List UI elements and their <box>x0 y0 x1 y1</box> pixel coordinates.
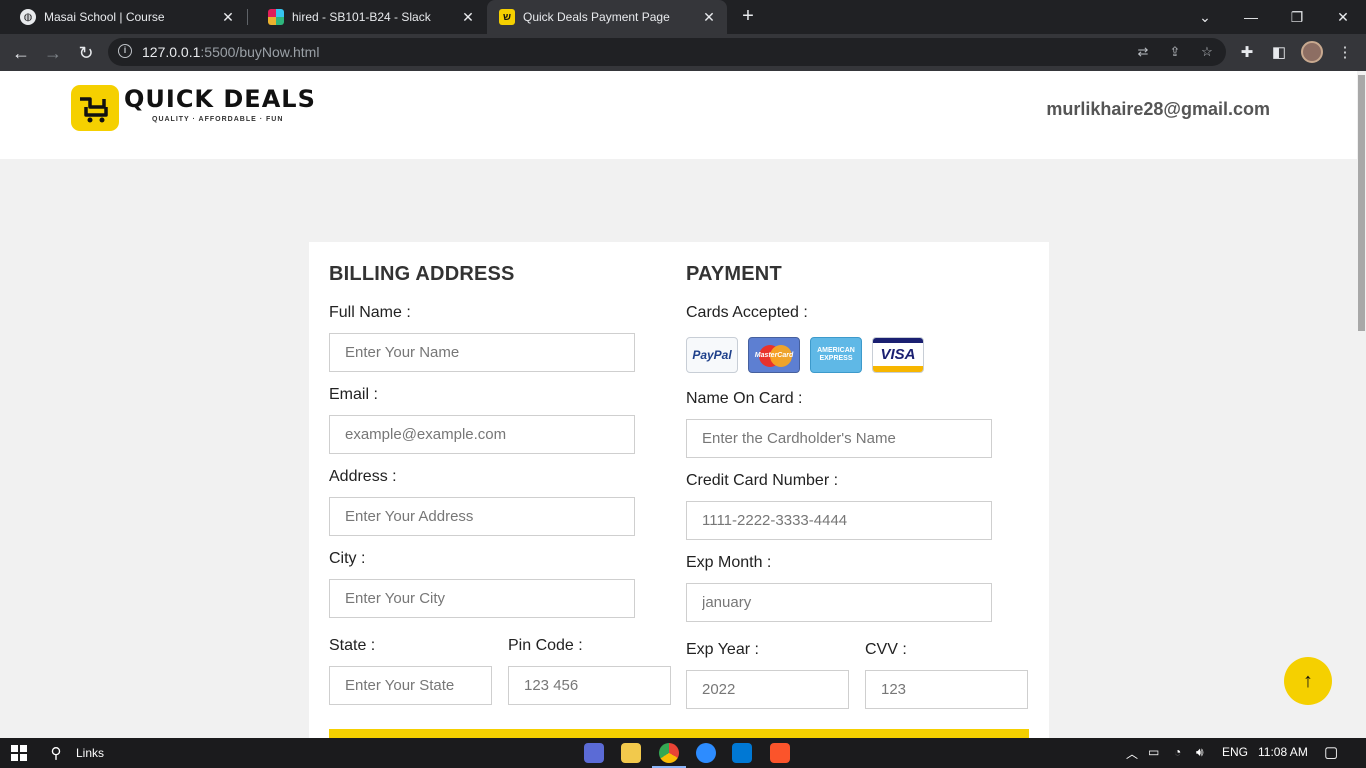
url-text[interactable]: 127.0.0.1:5500/buyNow.html <box>142 44 319 60</box>
checkout-form: BILLING ADDRESS Full Name : Email : Addr… <box>309 242 1049 738</box>
wifi-icon[interactable]: ◔ <box>1174 745 1181 759</box>
mastercard-icon: MasterCard <box>748 337 800 373</box>
profile-avatar[interactable] <box>1301 41 1323 63</box>
city-label: City : <box>329 550 366 567</box>
visa-wordmark: VISA <box>880 346 916 363</box>
windows-start-icon[interactable] <box>10 743 28 763</box>
address-label: Address : <box>329 468 397 485</box>
windows-taskbar: ⚲ Links ︿ ▭ ◔ 🔊︎ ENG 11:08 AM ▢ <box>0 738 1366 768</box>
card-number-input[interactable] <box>686 501 992 540</box>
card-number-label: Credit Card Number : <box>686 472 839 489</box>
taskbar-search-label[interactable]: Links <box>76 743 104 763</box>
vscode-app-icon[interactable] <box>732 743 752 763</box>
brave-app-icon[interactable] <box>770 743 790 763</box>
language-indicator[interactable]: ENG <box>1222 745 1248 759</box>
clock[interactable]: 11:08 AM <box>1258 745 1308 759</box>
globe-icon: ◍ <box>20 9 36 25</box>
visa-icon: VISA <box>872 337 924 373</box>
close-window-button[interactable]: ✕ <box>1320 0 1366 34</box>
slack-icon <box>268 9 284 25</box>
arrow-up-icon: ↑ <box>1303 669 1313 692</box>
bookmark-star-icon[interactable]: ☆ <box>1198 43 1216 61</box>
back-arrow-icon[interactable]: ← <box>9 41 33 65</box>
mastercard-wordmark: MasterCard <box>754 351 794 359</box>
reload-icon[interactable]: ↻ <box>74 41 98 65</box>
quick-deals-icon: ש <box>499 9 515 25</box>
pin-code-input[interactable] <box>508 666 671 705</box>
email-input[interactable] <box>329 415 635 454</box>
scrollbar-thumb[interactable] <box>1358 75 1365 331</box>
email-label: Email : <box>329 386 378 403</box>
cvv-label: CVV : <box>865 641 907 658</box>
zoom-app-icon[interactable] <box>696 743 716 763</box>
name-on-card-label: Name On Card : <box>686 390 803 407</box>
chrome-app-icon[interactable] <box>659 743 679 763</box>
payment-heading: PAYMENT <box>686 263 782 285</box>
name-on-card-input[interactable] <box>686 419 992 458</box>
tab-title: Quick Deals Payment Page <box>523 10 670 24</box>
tab-search-icon[interactable]: ⌄ <box>1182 0 1228 34</box>
extensions-puzzle-icon[interactable]: ✚ <box>1236 42 1258 64</box>
web-page: QUICK DEALS QUALITY · AFFORDABLE · FUN m… <box>0 71 1357 738</box>
address-bar[interactable]: i 127.0.0.1:5500/buyNow.html ⇄ ⇪ ☆ <box>108 38 1226 66</box>
pin-code-label: Pin Code : <box>508 637 583 654</box>
tab-slack[interactable]: hired - SB101-B24 - Slack ✕ <box>248 0 486 34</box>
browser-toolbar: ← → ↻ i 127.0.0.1:5500/buyNow.html ⇄ ⇪ ☆… <box>0 34 1366 71</box>
scroll-to-top-button[interactable]: ↑ <box>1284 657 1332 705</box>
site-logo-text[interactable]: QUICK DEALS <box>124 85 316 113</box>
minimize-button[interactable]: — <box>1228 0 1274 34</box>
accepted-cards: PayPal MasterCard AMERICAN EXPRESS VISA <box>686 337 924 373</box>
exp-year-input[interactable] <box>686 670 849 709</box>
exp-month-label: Exp Month : <box>686 554 772 571</box>
close-icon[interactable]: ✕ <box>220 9 236 26</box>
address-input[interactable] <box>329 497 635 536</box>
tab-masai-school[interactable]: ◍ Masai School | Course ✕ <box>0 0 246 34</box>
exp-month-input[interactable] <box>686 583 992 622</box>
cvv-input[interactable] <box>865 670 1028 709</box>
restore-button[interactable]: ❐ <box>1274 0 1320 34</box>
show-hidden-icons[interactable]: ︿ <box>1126 745 1138 762</box>
state-label: State : <box>329 637 376 654</box>
full-name-input[interactable] <box>329 333 635 372</box>
share-icon[interactable]: ⇪ <box>1166 43 1184 61</box>
billing-address-heading: BILLING ADDRESS <box>329 263 515 285</box>
city-input[interactable] <box>329 579 635 618</box>
tab-title: Masai School | Course <box>44 10 165 24</box>
file-explorer-icon[interactable] <box>621 743 641 763</box>
volume-icon[interactable]: 🔊︎ <box>1196 745 1204 760</box>
tab-quick-deals-payment[interactable]: ש Quick Deals Payment Page ✕ <box>487 0 727 34</box>
exp-year-label: Exp Year : <box>686 641 759 658</box>
translate-icon[interactable]: ⇄ <box>1134 43 1152 61</box>
state-input[interactable] <box>329 666 492 705</box>
notifications-icon[interactable]: ▢ <box>1324 743 1338 761</box>
forward-arrow-icon[interactable]: → <box>41 41 65 65</box>
page-scrollbar[interactable] <box>1357 71 1366 738</box>
new-tab-button[interactable]: + <box>738 6 758 26</box>
quick-deals-logo-icon[interactable] <box>71 85 119 131</box>
cards-accepted-label: Cards Accepted : <box>686 304 808 321</box>
browser-tab-strip: ◍ Masai School | Course ✕ hired - SB101-… <box>0 0 1366 34</box>
site-header: QUICK DEALS QUALITY · AFFORDABLE · FUN m… <box>0 71 1357 159</box>
browser-menu-icon[interactable]: ⋮ <box>1334 42 1356 64</box>
american-express-icon: AMERICAN EXPRESS <box>810 337 862 373</box>
search-icon[interactable]: ⚲ <box>46 743 66 763</box>
site-info-icon[interactable]: i <box>118 44 132 58</box>
close-icon[interactable]: ✕ <box>460 9 476 26</box>
site-tagline: QUALITY · AFFORDABLE · FUN <box>152 116 284 123</box>
notepad-app-icon[interactable] <box>584 743 604 763</box>
proceed-to-checkout-button[interactable] <box>329 729 1029 738</box>
paypal-icon: PayPal <box>686 337 738 373</box>
close-icon[interactable]: ✕ <box>701 9 717 26</box>
battery-icon[interactable]: ▭ <box>1148 745 1159 759</box>
tab-title: hired - SB101-B24 - Slack <box>292 10 431 24</box>
side-panel-icon[interactable]: ◧ <box>1268 42 1290 64</box>
user-email: murlikhaire28@gmail.com <box>1046 99 1270 119</box>
full-name-label: Full Name : <box>329 304 411 321</box>
